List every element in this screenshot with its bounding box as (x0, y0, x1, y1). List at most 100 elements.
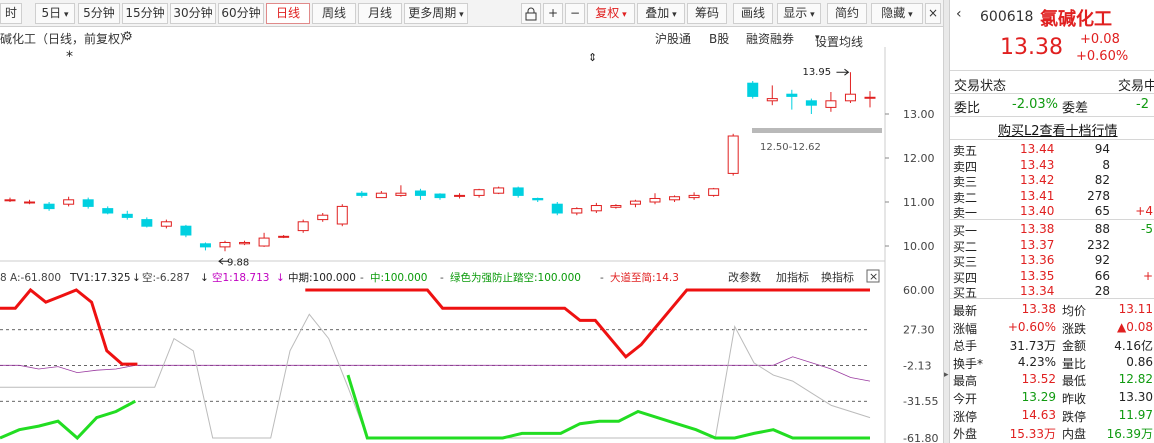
overlay-button[interactable]: 叠加 ▾ (637, 3, 685, 24)
red-series-line (0, 287, 870, 366)
stat-label: 最新 (953, 304, 978, 318)
chevron-down-icon: ▾ (905, 10, 913, 20)
link-b-share[interactable]: B股 (709, 30, 729, 47)
indicator-header-item: - (440, 272, 444, 284)
indicator-header-item: ↓ (276, 272, 285, 284)
l2-upgrade-link[interactable]: 购买L2查看十档行情 (998, 120, 1118, 139)
divider (950, 219, 1154, 220)
chevron-right-icon: ▸ (944, 370, 949, 380)
stat-label: 金额 (1062, 339, 1087, 354)
bid-level-label: 买五 (953, 286, 978, 300)
candle-body (317, 214, 329, 221)
stat-value: 31.73万 (1009, 339, 1056, 354)
period-button-5day[interactable]: 5日 ▾ (35, 3, 75, 24)
candle-body (493, 187, 505, 194)
ask-level-label: 卖三 (953, 175, 978, 189)
lock-icon[interactable] (521, 3, 541, 24)
stat-value: 11.97 (1118, 407, 1153, 422)
bid-price: 13.38 (1020, 222, 1055, 236)
trade-state-label: 交易状态 (954, 79, 1007, 94)
back-chevron-icon[interactable]: ‹ (956, 6, 962, 22)
period-button-minute[interactable]: 时 (0, 3, 22, 24)
period-button-60min[interactable]: 60分钟 (218, 3, 264, 24)
stat-label: 量比 (1062, 356, 1087, 371)
draw-line-button[interactable]: 画线 (733, 3, 773, 24)
bid-volume: 88 (1094, 222, 1110, 236)
indicator-header-item: 中期:100.000 (288, 271, 356, 284)
stat-value: 13.38 (1021, 302, 1056, 316)
chart-title: 碱化工（日线，前复权） (0, 32, 133, 46)
gear-icon[interactable]: ⚙ (122, 29, 133, 43)
close-icon[interactable]: × (925, 3, 941, 24)
period-button-weekly[interactable]: 周线 (312, 3, 356, 24)
indicator-header-item: ↓ (132, 272, 141, 284)
indicator-header-item: A:-61.800 (10, 272, 61, 284)
stat-label: 最高 (953, 374, 978, 389)
candle-body (844, 93, 856, 102)
candle-body (121, 213, 133, 218)
stat-value: 13.30 (1118, 390, 1153, 404)
divider (950, 93, 1154, 94)
ask-price: 13.40 (1020, 204, 1055, 218)
stat-label: 均价 (1062, 304, 1087, 318)
candle-body (825, 100, 837, 108)
ask-volume: 65 (1094, 204, 1110, 218)
hide-label: 隐藏 (881, 6, 906, 20)
display-button[interactable]: 显示 ▾ (777, 3, 821, 24)
stat-value: 14.63 (1021, 407, 1056, 422)
stat-value: ▲0.08 (1117, 319, 1153, 334)
kline-chart[interactable]: 13.00 12.00 11.00 10.00 * ⇕ 12.50-12.62 13.95 9.… (0, 47, 943, 443)
bid-level-label: 买一 (953, 224, 978, 238)
stat-value: 0.86 (1126, 354, 1153, 369)
candle-body (551, 203, 563, 214)
link-margin[interactable]: 融资融券 (746, 30, 794, 47)
period-button-15min[interactable]: 15分钟 (122, 3, 168, 24)
ask-price: 13.43 (1020, 157, 1055, 172)
period-button-more[interactable]: 更多周期 ▾ (404, 3, 468, 24)
bid-volume: 28 (1094, 284, 1110, 298)
bid-change: -5 (1141, 222, 1153, 236)
chip-button[interactable]: 筹码 (687, 3, 727, 24)
divider (950, 298, 1154, 299)
candle-body (356, 192, 368, 196)
period-button-daily[interactable]: 日线 (266, 3, 310, 24)
candle-body (336, 205, 348, 225)
high-arrow (836, 68, 850, 76)
event-marker: ⇕ (588, 51, 597, 64)
period-button-30min[interactable]: 30分钟 (170, 3, 216, 24)
indicator-header-item: - (600, 272, 604, 284)
indicator-header-item: ↓ (200, 272, 209, 284)
stat-label: 涨停 (953, 409, 978, 424)
hide-button[interactable]: 隐藏 ▾ (871, 3, 923, 24)
candle-body (278, 235, 290, 238)
simple-mode-button[interactable]: 简约 (827, 3, 867, 24)
period-toolbar: 时 5日 ▾ 5分钟 15分钟 30分钟 60分钟 日线 周线 月线 更多周期 … (0, 0, 943, 27)
divider (950, 70, 1154, 71)
indicator-header-item: TV1:17.325 (69, 272, 131, 284)
stat-label: 昨收 (1062, 392, 1087, 406)
link-hugutong[interactable]: 沪股通 (655, 30, 691, 47)
ask-volume: 8 (1102, 157, 1110, 172)
indicator-header-item: 空:-6.287 (142, 271, 190, 284)
candle-body (532, 197, 544, 201)
chevron-down-icon: ▾ (456, 10, 464, 20)
period-button-5min[interactable]: 5分钟 (78, 3, 120, 24)
candle-body (649, 197, 661, 203)
period-button-monthly[interactable]: 月线 (358, 3, 402, 24)
stat-value: 12.82 (1118, 372, 1153, 387)
ask-level-label: 卖二 (953, 190, 978, 205)
stat-value: 13.29 (1021, 390, 1056, 404)
period-label: 更多周期 (408, 6, 457, 20)
fuquan-button[interactable]: 复权 ▾ (587, 3, 635, 24)
zoom-out-button[interactable]: − (565, 3, 585, 24)
candle-body (473, 189, 485, 196)
indicator-axis-label: 60.00 (903, 284, 935, 297)
stat-value: 15.33万 (1009, 427, 1056, 442)
ask-price: 13.44 (1020, 142, 1055, 156)
candle-body (864, 96, 876, 99)
zoom-in-button[interactable]: + (543, 3, 563, 24)
last-price: 13.38 (1000, 35, 1063, 60)
candle-body (727, 135, 739, 174)
stock-chart-app: { "toolbar":{ "period_buttons":["时","5日"… (0, 0, 1154, 443)
chevron-down-icon: ▾ (815, 33, 820, 43)
